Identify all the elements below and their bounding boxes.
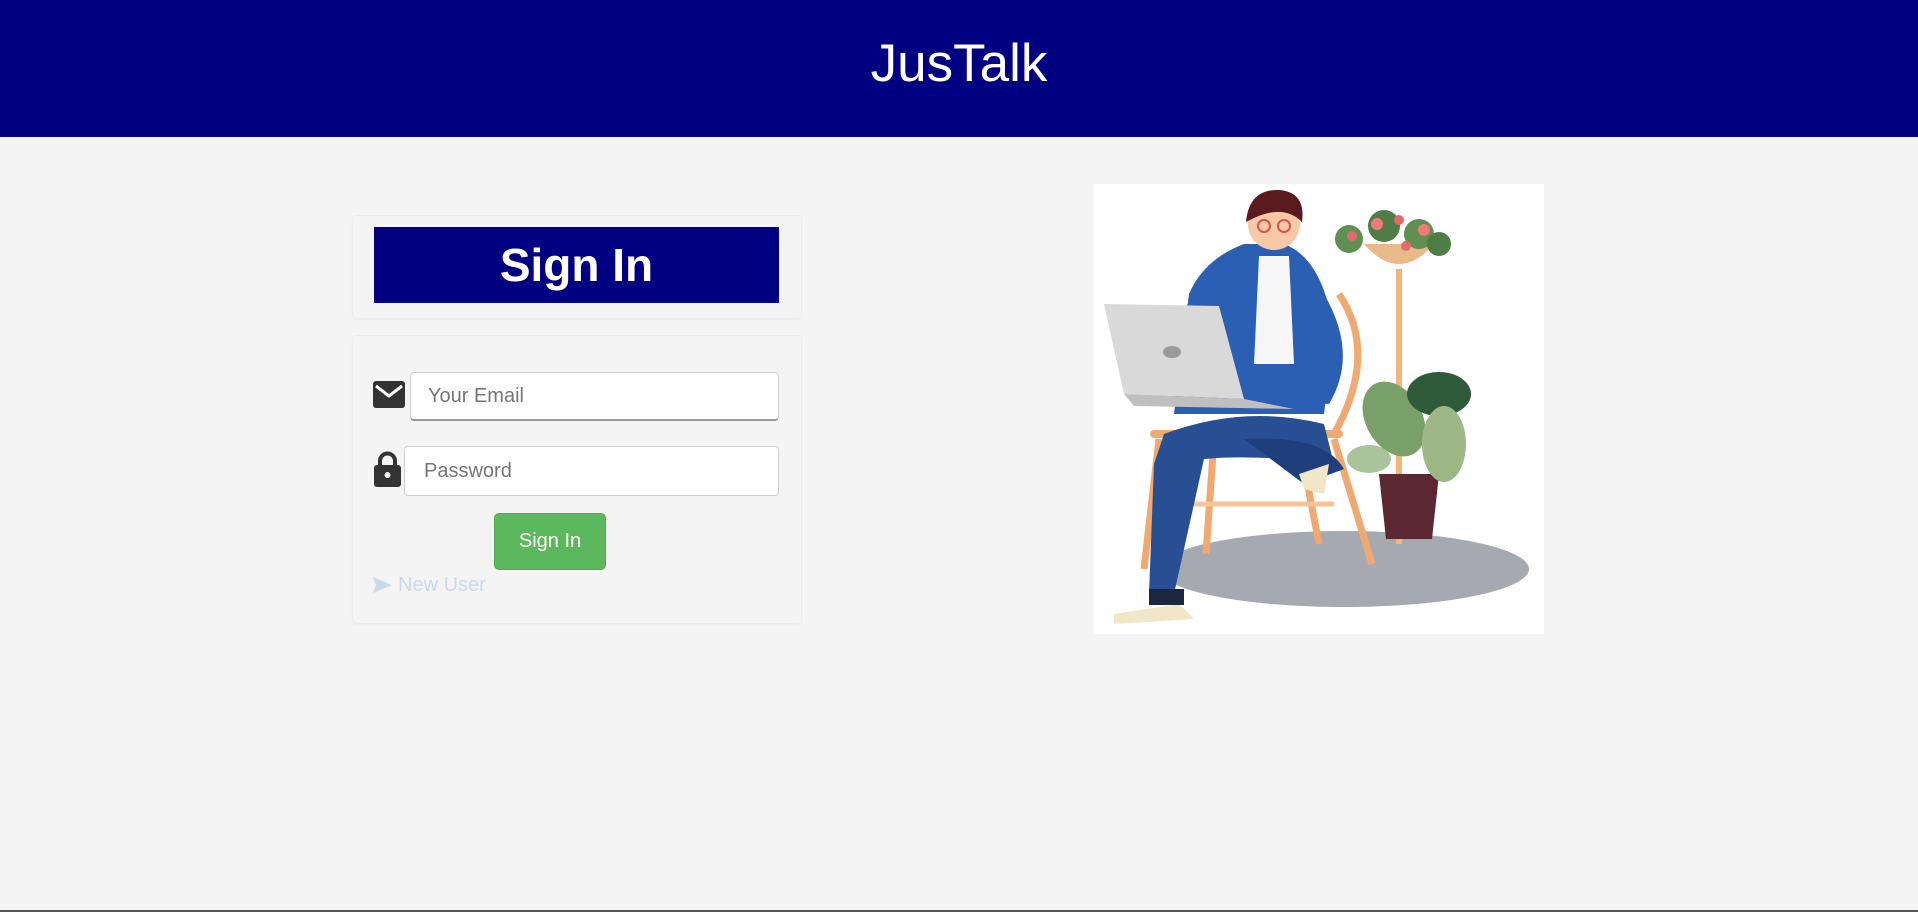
hero-illustration xyxy=(1094,184,1544,634)
app-title: JusTalk xyxy=(870,34,1048,93)
app-header: JusTalk xyxy=(0,0,1918,137)
new-user-label: New User xyxy=(398,573,486,596)
signin-button[interactable]: Sign In xyxy=(494,513,606,570)
signin-title-banner: Sign In xyxy=(374,227,779,303)
lock-icon xyxy=(374,451,401,487)
send-arrow-icon xyxy=(373,577,392,593)
signin-heading: Sign In xyxy=(499,239,654,291)
envelope-icon xyxy=(373,381,405,408)
new-user-link[interactable]: New User xyxy=(373,573,486,597)
password-field[interactable] xyxy=(404,446,779,496)
email-field[interactable] xyxy=(410,372,779,421)
